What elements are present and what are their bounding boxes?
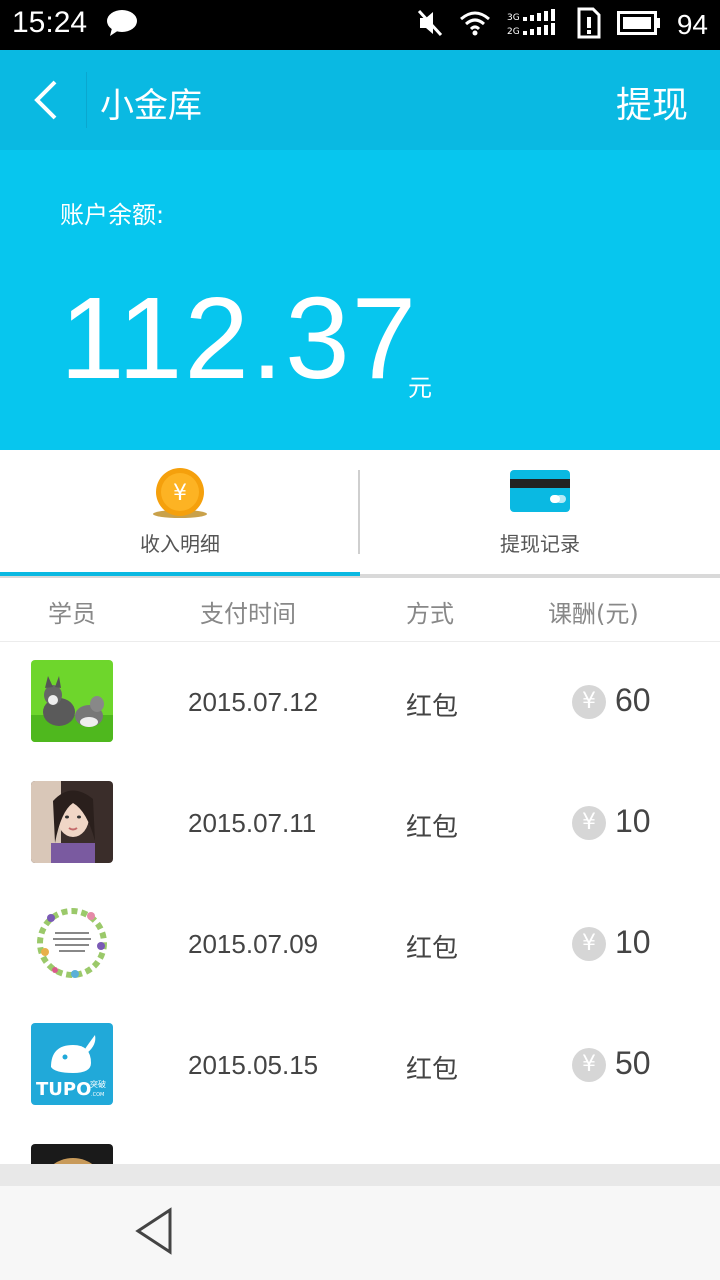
tupo-logo-text: TUPO [36, 1079, 91, 1100]
pay-method: 红包 [406, 692, 459, 722]
sim-alert-icon [577, 7, 601, 43]
yen-icon: ¥ [572, 685, 606, 719]
pay-date: 2015.07.11 [188, 808, 317, 838]
card-icon [510, 468, 570, 520]
wifi-icon [459, 10, 491, 40]
tupo-logo-sub: 突破 [90, 1079, 106, 1089]
battery-icon [616, 11, 661, 39]
list-item[interactable]: 2015.07.11 红包 ¥ 10 [0, 763, 720, 884]
tab-withdraw-record[interactable]: 提现记录 [360, 450, 720, 574]
list-item[interactable]: 2015.07.12 红包 ¥ 60 [0, 642, 720, 763]
avatar [31, 660, 113, 742]
mute-icon [417, 9, 443, 41]
svg-text:2G: 2G [507, 27, 520, 37]
tab-bar: ¥ 收入明细 提现记录 [0, 450, 720, 578]
message-icon [106, 8, 138, 42]
balance-label: 账户余额: [60, 201, 165, 229]
header-student: 学员 [48, 600, 96, 628]
pay-date: 2015.05.15 [188, 1050, 319, 1080]
status-icons: 3G 2G 94 [417, 5, 708, 45]
active-tab-indicator [0, 572, 360, 576]
svg-text:3G: 3G [507, 13, 520, 23]
avatar [31, 1144, 113, 1164]
withdraw-button[interactable]: 提现 [616, 76, 688, 128]
pay-date: 2015.07.12 [188, 687, 319, 717]
coin-icon: ¥ [150, 468, 210, 520]
yen-icon: ¥ [572, 806, 606, 840]
status-bar: 15:24 3G 2G 94 [0, 0, 720, 50]
table-header: 学员 支付时间 方式 课酬(元) [0, 578, 720, 642]
yen-icon: ¥ [572, 927, 606, 961]
page-title: 小金库 [100, 86, 202, 126]
pay-method: 红包 [406, 934, 459, 964]
balance-unit: 元 [408, 374, 432, 402]
system-nav-bar [0, 1186, 720, 1280]
avatar [31, 781, 113, 863]
pay-method: 红包 [406, 813, 459, 843]
list-item[interactable]: 2015.07.09 红包 ¥ 10 [0, 884, 720, 1005]
app-bar: 小金库 提现 [0, 50, 720, 150]
fee-amount: 10 [615, 924, 651, 960]
tab-income-detail[interactable]: ¥ 收入明细 [0, 450, 360, 574]
header-fee: 课酬(元) [548, 600, 639, 628]
yen-icon: ¥ [572, 1048, 606, 1082]
signal-icon: 3G 2G [507, 9, 561, 41]
pay-method: 红包 [406, 1055, 459, 1085]
triangle-back-icon [135, 1207, 172, 1255]
balance-amount: 112.37 [60, 273, 419, 403]
list-item[interactable] [0, 1126, 720, 1164]
svg-text:¥: ¥ [173, 481, 187, 506]
income-list[interactable]: 2015.07.12 红包 ¥ 60 2015.07.11 红包 ¥ 10 20… [0, 642, 720, 1164]
back-button[interactable] [16, 70, 76, 130]
battery-level: 94 [676, 9, 708, 40]
header-method: 方式 [406, 600, 454, 628]
tab-label: 收入明细 [140, 532, 220, 556]
balance-panel: 账户余额: 112.37 元 [0, 150, 720, 450]
fee-amount: 60 [615, 682, 651, 718]
status-time: 15:24 [12, 6, 88, 39]
chevron-left-icon [34, 80, 57, 120]
list-bottom-gap [0, 1164, 720, 1186]
pay-date: 2015.07.09 [188, 929, 319, 959]
app-bar-divider [86, 72, 87, 128]
tab-label: 提现记录 [500, 532, 580, 556]
header-pay-time: 支付时间 [200, 600, 296, 628]
list-item[interactable]: TUPO 突破 .COM 2015.05.15 红包 ¥ 50 [0, 1005, 720, 1126]
tupo-logo-domain: .COM [91, 1092, 104, 1098]
system-back-button[interactable] [132, 1206, 176, 1260]
fee-amount: 10 [615, 803, 651, 839]
avatar [31, 902, 113, 984]
fee-amount: 50 [615, 1045, 651, 1081]
avatar: TUPO 突破 .COM [31, 1023, 113, 1105]
